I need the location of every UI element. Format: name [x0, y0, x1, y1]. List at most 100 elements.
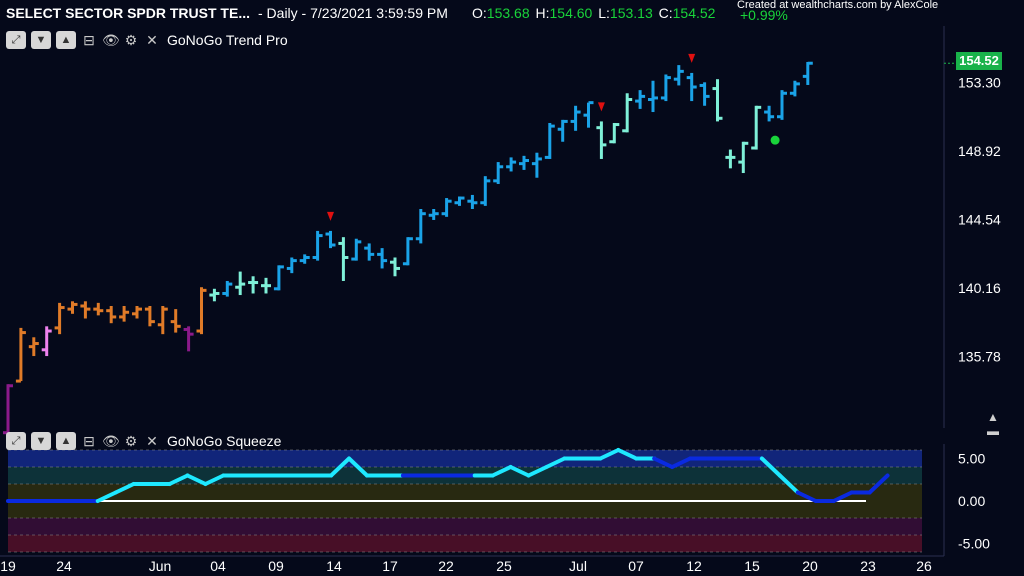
price-bar: [648, 80, 658, 113]
time-tick-label: Jun: [149, 558, 172, 574]
price-bar: [299, 254, 310, 264]
squeeze-zone-band: [8, 450, 922, 467]
time-tick-label: 23: [860, 558, 876, 574]
time-tick-label: 22: [438, 558, 454, 574]
price-bar: [725, 149, 736, 169]
price-bar: [738, 141, 749, 174]
price-bar: [531, 152, 542, 178]
price-bar: [351, 238, 362, 261]
price-bar: [544, 122, 555, 159]
price-tick-label: 140.16: [958, 280, 1001, 296]
price-bar: [789, 80, 800, 97]
nogo-countertrend-marker: [327, 211, 334, 221]
price-bar: [609, 122, 620, 144]
price-bar: [390, 257, 400, 277]
price-bar: [235, 271, 246, 296]
price-bar: [338, 237, 349, 281]
price-bar: [686, 72, 697, 102]
price-bar: [157, 305, 168, 335]
collapse-icon[interactable]: ⊟: [81, 32, 97, 49]
price-bar: [596, 121, 607, 159]
price-bar: [15, 327, 26, 383]
price-bar: [570, 105, 581, 131]
high-value: 154.60: [549, 5, 593, 21]
bottom-panel-controls: ⤢ ▼ ▲ ⊟ 👁 ⚙ ✕ GoNoGo Squeeze: [6, 431, 281, 451]
chevron-down-icon[interactable]: ▼: [31, 31, 51, 49]
time-tick-label: 07: [628, 558, 644, 574]
squeeze-zone-band: [8, 518, 922, 535]
time-tick-label: 12: [686, 558, 702, 574]
low-label: L:: [598, 5, 610, 21]
price-bar: [622, 93, 633, 133]
last-price-label: 154.52: [956, 52, 1002, 70]
time-tick-label: 20: [802, 558, 818, 574]
price-bar: [751, 105, 762, 150]
collapse-icon[interactable]: ⊟: [81, 433, 97, 450]
price-bar: [777, 90, 787, 120]
time-tick-label: Jul: [569, 558, 587, 574]
chart-header: SELECT SECTOR SPDR TRUST TE... - Daily -…: [0, 0, 1024, 26]
gear-icon[interactable]: ⚙: [123, 433, 139, 450]
price-tick-label: 144.54: [958, 211, 1001, 227]
price-bar: [519, 155, 529, 170]
credit-text: Created at wealthcharts.com by AlexCole: [737, 0, 939, 11]
time-tick-label: 04: [210, 558, 226, 574]
time-tick-label: 17: [382, 558, 398, 574]
price-bar: [106, 305, 117, 324]
chevron-up-icon[interactable]: ▲: [56, 31, 76, 49]
go-countertrend-marker: [770, 135, 780, 145]
price-bar: [635, 90, 646, 109]
price-bar: [480, 176, 491, 206]
nogo-countertrend-marker: [688, 53, 696, 63]
expand-icon[interactable]: ⤢: [6, 432, 26, 450]
ohlc-readout: O:153.68 H:154.60 L:153.13 C:154.52: [472, 0, 717, 26]
chart-canvas: 153.30 148.92 144.54 140.16 135.78 5.00 0.00 -5…: [0, 26, 1001, 574]
price-bar: [196, 287, 207, 335]
eye-icon[interactable]: 👁: [102, 32, 120, 49]
price-bar: [41, 326, 52, 357]
gear-icon[interactable]: ⚙: [123, 32, 139, 49]
price-bar: [67, 301, 78, 314]
price-bar: [132, 305, 142, 319]
price-tick-label: 148.92: [958, 143, 1001, 159]
eye-icon[interactable]: 👁: [102, 433, 120, 450]
price-bar: [506, 157, 517, 172]
price-bar: [54, 302, 65, 335]
price-bar: [144, 305, 155, 327]
squeeze-tick-label: -5.00: [958, 536, 990, 552]
timeframe-and-date: - Daily - 7/23/2021 3:59:59 PM: [258, 5, 448, 21]
high-label: H:: [535, 5, 550, 21]
symbol-name[interactable]: SELECT SECTOR SPDR TRUST TE...: [6, 0, 250, 26]
close-label: C:: [658, 5, 673, 21]
price-bar: [170, 309, 181, 333]
price-bar: [119, 305, 130, 322]
price-bar: [248, 276, 259, 294]
price-bar: [183, 326, 194, 352]
price-bar: [557, 119, 568, 142]
time-tick-label: 25: [496, 558, 512, 574]
price-bar: [454, 196, 465, 206]
close-icon[interactable]: ✕: [144, 433, 160, 450]
price-bar: [28, 337, 39, 357]
price-bar: [312, 230, 323, 261]
price-bar: [364, 243, 375, 261]
time-tick-label: 24: [56, 558, 72, 574]
price-bar: [660, 74, 671, 102]
chart-window: { "header": { "symbol": "SELECT SECTOR S…: [0, 0, 1024, 576]
price-bar: [583, 101, 594, 128]
low-value: 153.13: [609, 5, 653, 21]
close-icon[interactable]: ✕: [144, 32, 160, 49]
price-bar: [699, 82, 710, 106]
price-bar: [325, 230, 336, 249]
close-value: 154.52: [672, 5, 716, 21]
price-bar: [80, 301, 91, 319]
price-tick-label: 135.78: [958, 348, 1001, 364]
price-tick-label: 153.30: [958, 74, 1001, 90]
panel-resize-icon[interactable]: ▲ ▬: [984, 410, 1002, 438]
chevron-up-icon[interactable]: ▲: [56, 432, 76, 450]
price-bar: [673, 65, 684, 86]
chevron-down-icon[interactable]: ▼: [31, 432, 51, 450]
price-bar: [712, 79, 723, 122]
expand-icon[interactable]: ⤢: [6, 31, 26, 49]
price-bar: [93, 302, 104, 316]
